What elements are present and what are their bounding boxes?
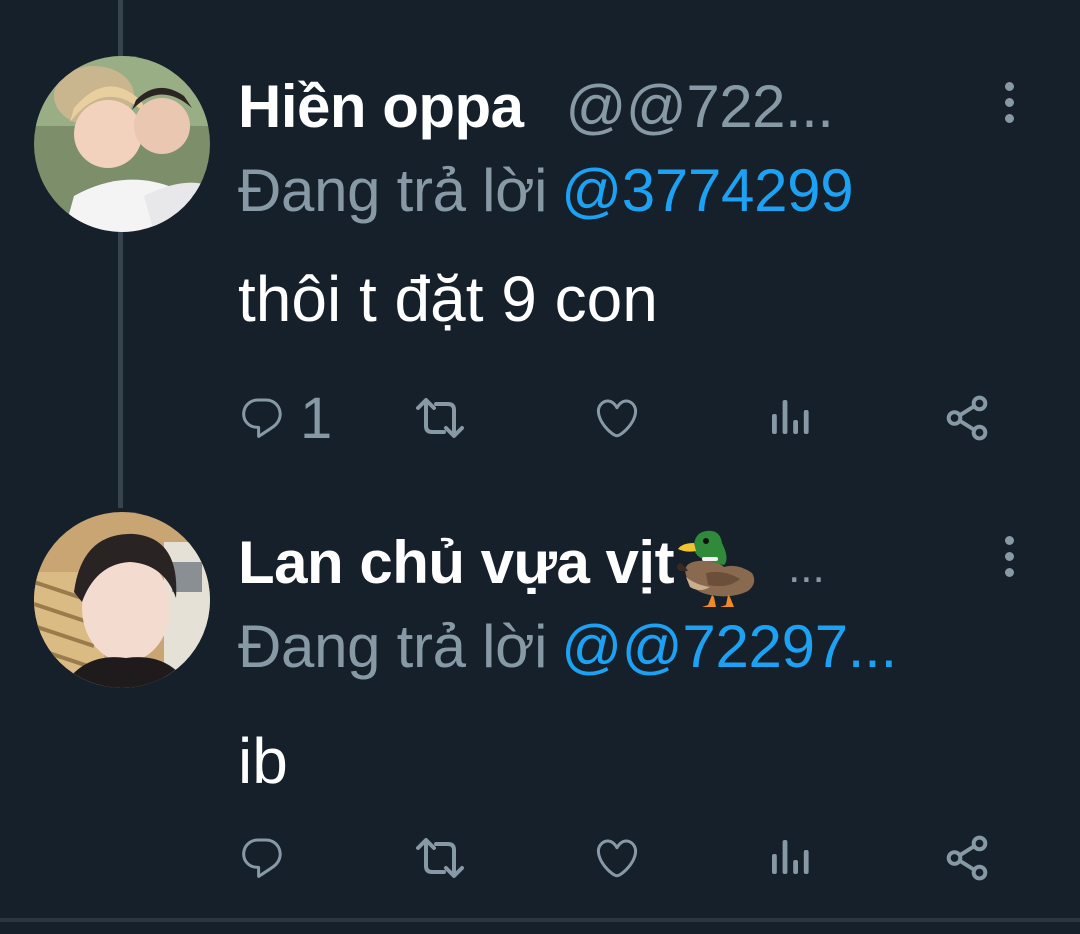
more-options-button[interactable] — [994, 526, 1024, 586]
like-button[interactable] — [592, 382, 642, 454]
avatar-photo — [34, 56, 210, 232]
avatar[interactable] — [34, 56, 210, 232]
avatar[interactable] — [34, 512, 210, 688]
retweet-icon — [416, 838, 464, 878]
display-name[interactable]: Hiền oppa — [238, 72, 524, 141]
tweet-header: Hiền oppa @@722... — [238, 66, 1080, 146]
reply-icon — [242, 838, 282, 878]
reply-mention-link[interactable]: @3774299 — [561, 157, 853, 224]
analytics-icon — [772, 400, 809, 434]
divider — [0, 918, 1080, 922]
reply-count: 1 — [300, 385, 333, 451]
more-vertical-icon — [1004, 81, 1014, 91]
heart-icon — [596, 839, 638, 878]
share-icon — [946, 835, 988, 881]
name-overflow: ... — [788, 543, 825, 592]
retweet-button[interactable] — [410, 382, 470, 454]
tweet-text: thôi t đặt 9 con — [238, 263, 658, 335]
analytics-button[interactable] — [768, 382, 812, 454]
replying-to: Đang trả lời @3774299 — [238, 156, 854, 225]
reply-button[interactable] — [238, 822, 300, 894]
share-icon — [946, 395, 988, 441]
more-vertical-icon — [1004, 535, 1014, 545]
avatar-photo — [34, 512, 210, 688]
reply-mention-link[interactable]: @@72297... — [561, 613, 897, 680]
duck-emoji-icon — [676, 523, 758, 609]
display-name[interactable]: Lan chủ vựa vịt — [238, 528, 675, 597]
user-handle[interactable]: @@722... — [566, 72, 834, 141]
tweet-actions: 1 — [238, 382, 1008, 454]
tweet[interactable]: Hiền oppa @@722... Đang trả lời @3774299 … — [0, 0, 1080, 470]
analytics-icon — [772, 840, 809, 874]
replying-to-label: Đang trả lời — [238, 613, 548, 680]
share-button[interactable] — [942, 382, 992, 454]
analytics-button[interactable] — [768, 822, 812, 894]
heart-icon — [596, 399, 638, 438]
share-button[interactable] — [942, 822, 992, 894]
tweet-header: Lan chủ vựa vịt ... — [238, 522, 1080, 607]
retweet-button[interactable] — [410, 822, 470, 894]
replying-to-label: Đang trả lời — [238, 157, 548, 224]
tweet[interactable]: Lan chủ vựa vịt ... Đang trả lời @@72297.… — [0, 470, 1080, 920]
replying-to: Đang trả lời @@72297... — [238, 612, 897, 681]
like-button[interactable] — [592, 822, 642, 894]
tweet-text: ib — [238, 725, 288, 797]
more-options-button[interactable] — [994, 72, 1024, 132]
tweet-actions — [238, 822, 1008, 894]
retweet-icon — [416, 398, 464, 438]
reply-icon — [242, 398, 282, 438]
reply-button[interactable]: 1 — [238, 382, 332, 454]
